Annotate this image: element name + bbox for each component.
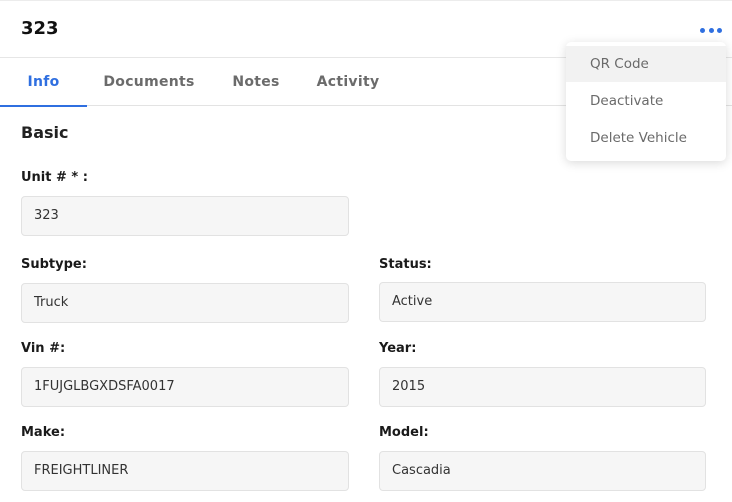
dot xyxy=(717,27,722,33)
subtype-field[interactable]: Truck xyxy=(21,283,349,323)
more-horizontal-icon[interactable] xyxy=(700,23,722,37)
tab-documents[interactable]: Documents xyxy=(95,58,203,106)
tab-info[interactable]: Info xyxy=(0,58,87,107)
tab-notes[interactable]: Notes xyxy=(226,58,286,106)
section-title-basic: Basic xyxy=(21,123,69,142)
page-title: 323 xyxy=(21,18,59,39)
menu-item-deactivate[interactable]: Deactivate xyxy=(566,83,726,119)
status-field[interactable]: Active xyxy=(379,282,706,322)
dot xyxy=(700,27,705,33)
make-field[interactable]: FREIGHTLINER xyxy=(21,451,349,491)
dot xyxy=(708,27,714,33)
unit-label: Unit # * : xyxy=(21,170,88,185)
model-label: Model: xyxy=(379,425,429,440)
year-label: Year: xyxy=(379,341,417,356)
year-field[interactable]: 2015 xyxy=(379,367,706,407)
tab-activity[interactable]: Activity xyxy=(310,58,386,106)
menu-item-qr-code[interactable]: QR Code xyxy=(566,46,726,82)
model-field[interactable]: Cascadia xyxy=(379,451,706,491)
make-label: Make: xyxy=(21,425,66,440)
vin-field[interactable]: 1FUJGLBGXDSFA0017 xyxy=(21,367,349,407)
vin-label: Vin #: xyxy=(21,341,66,356)
menu-item-delete-vehicle[interactable]: Delete Vehicle xyxy=(566,120,726,156)
unit-field[interactable]: 323 xyxy=(21,196,349,236)
status-label: Status: xyxy=(379,257,432,272)
subtype-label: Subtype: xyxy=(21,257,87,272)
actions-dropdown-menu: QR Code Deactivate Delete Vehicle xyxy=(566,42,726,161)
